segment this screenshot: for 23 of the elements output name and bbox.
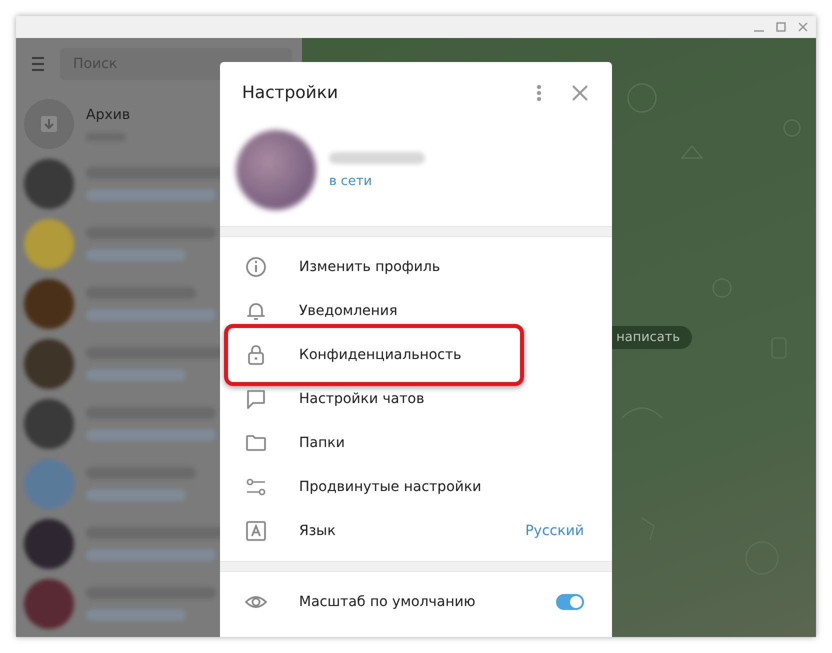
toggle-switch[interactable] [556,594,584,610]
settings-item[interactable]: Масштаб по умолчанию [220,580,612,624]
bell-icon [245,300,267,322]
folder-icon [245,432,267,454]
close-icon[interactable] [798,22,808,32]
language-value: Русский [525,523,584,539]
archive-avatar [24,99,74,149]
settings-item[interactable]: Продвинутые настройки [245,475,584,499]
info-icon [245,256,267,278]
settings-item[interactable]: Папки [245,431,584,455]
sliders-icon [245,476,267,498]
letter-a-icon [245,520,267,542]
dialog-title: Настройки [242,83,340,103]
settings-item[interactable]: Язык Русский [245,519,584,543]
lock-icon [245,344,267,366]
settings-item[interactable]: Уведомления [245,299,584,323]
settings-item[interactable]: Изменить профиль [245,255,584,279]
online-status: в сети [329,174,373,188]
settings-item[interactable]: Настройки чатов [245,387,584,411]
maximize-icon[interactable] [776,22,786,32]
chat-title[interactable]: Архив [86,107,130,123]
menu-icon[interactable] [32,57,44,71]
speech-bubble-icon [245,388,267,410]
